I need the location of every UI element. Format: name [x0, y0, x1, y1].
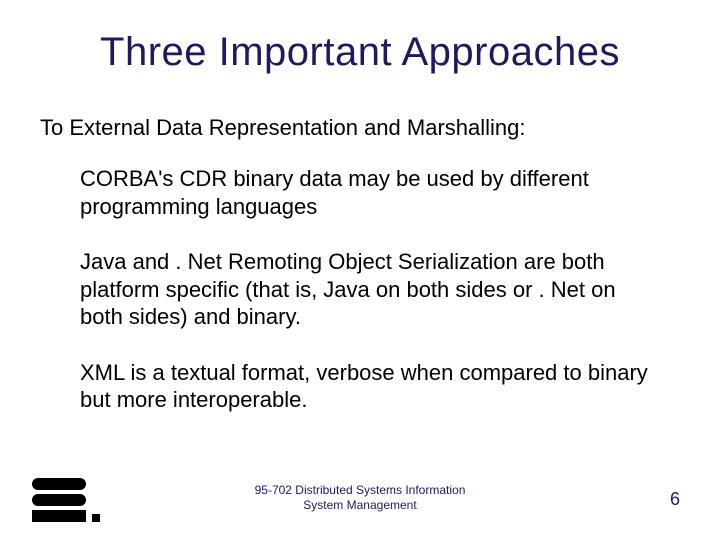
footer: 95-702 Distributed Systems Information S… [0, 483, 720, 514]
slide-subtitle: To External Data Representation and Mars… [40, 115, 680, 141]
slide-body: CORBA's CDR binary data may be used by d… [80, 165, 660, 442]
paragraph-3: XML is a textual format, verbose when co… [80, 359, 660, 414]
paragraph-1: CORBA's CDR binary data may be used by d… [80, 165, 660, 220]
paragraph-2: Java and . Net Remoting Object Serializa… [80, 248, 660, 331]
footer-line-2: System Management [0, 498, 720, 514]
footer-line-1: 95-702 Distributed Systems Information [0, 483, 720, 499]
page-number: 6 [670, 489, 680, 510]
slide-title: Three Important Approaches [0, 30, 720, 75]
logo-icon [32, 478, 102, 524]
